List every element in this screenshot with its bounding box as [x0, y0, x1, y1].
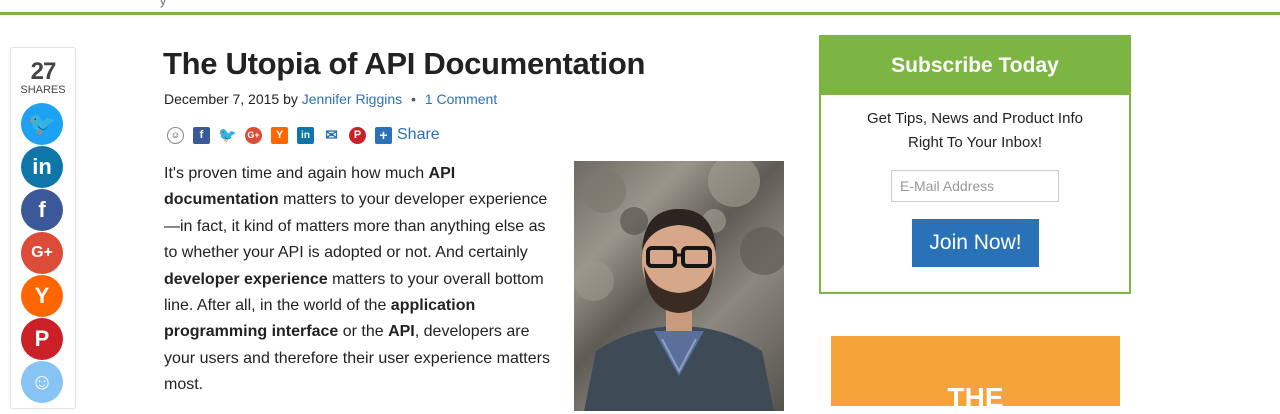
- email-icon[interactable]: ✉: [323, 126, 340, 144]
- pinterest-icon[interactable]: P: [349, 126, 366, 144]
- share-count-label: SHARES: [20, 84, 66, 96]
- twitter-share-button[interactable]: 🐦: [21, 103, 63, 145]
- reddit-icon[interactable]: ☺: [167, 126, 184, 144]
- meta-separator: •: [411, 91, 416, 107]
- author-photo: [574, 161, 784, 411]
- article-meta: December 7, 2015 by Jennifer Riggins • 1…: [164, 91, 497, 107]
- join-now-button[interactable]: Join Now!: [912, 219, 1039, 267]
- google-plus-share-button[interactable]: G+: [21, 232, 63, 274]
- comments-link[interactable]: 1 Comment: [425, 91, 497, 107]
- pinterest-share-button[interactable]: P: [21, 318, 63, 360]
- subscribe-description-line: Right To Your Inbox!: [908, 134, 1042, 151]
- reddit-icon: ☺: [30, 369, 54, 394]
- twitter-icon: 🐦: [28, 111, 56, 136]
- pinterest-icon: P: [34, 326, 50, 351]
- hacker-news-share-button[interactable]: Y: [21, 275, 63, 317]
- subscribe-heading: Subscribe Today: [821, 37, 1129, 95]
- facebook-icon: f: [38, 197, 46, 222]
- inline-share-bar: ☺ f 🐦 G+ Y in ✉ P + Share: [167, 126, 440, 144]
- share-more-link[interactable]: Share: [397, 126, 440, 144]
- twitter-icon[interactable]: 🐦: [218, 126, 237, 144]
- author-portrait-illustration: [574, 161, 784, 411]
- sidebar-ad-banner[interactable]: THE: [831, 336, 1120, 413]
- article-title: The Utopia of API Documentation: [163, 46, 646, 81]
- subscribe-description-line: Get Tips, News and Product Info: [867, 110, 1083, 127]
- hacker-news-icon: Y: [34, 283, 50, 308]
- share-count: 27: [30, 58, 57, 85]
- subscribe-description: Get Tips, News and Product Info Right To…: [821, 107, 1129, 155]
- article-date: December 7, 2015: [164, 91, 280, 107]
- facebook-icon[interactable]: f: [193, 126, 210, 144]
- paragraph-segment-bold[interactable]: developer experience: [164, 271, 328, 288]
- linkedin-icon[interactable]: in: [297, 126, 314, 144]
- paragraph-segment: or the: [338, 323, 389, 341]
- plus-share-icon[interactable]: +: [375, 126, 392, 144]
- linkedin-icon: in: [32, 154, 52, 179]
- author-link[interactable]: Jennifer Riggins: [302, 91, 402, 107]
- linkedin-share-button[interactable]: in: [21, 146, 63, 188]
- article-body: It's proven time and again how much API …: [164, 161, 559, 399]
- ad-banner-text: THE: [947, 382, 1004, 413]
- hacker-news-icon[interactable]: Y: [271, 126, 288, 144]
- paragraph-segment: It's proven time and again how much: [164, 165, 429, 182]
- header-divider: [0, 12, 1280, 15]
- reddit-share-button[interactable]: ☺: [21, 361, 63, 403]
- email-address-input[interactable]: [891, 170, 1059, 202]
- subscribe-widget: Subscribe Today Get Tips, News and Produ…: [819, 35, 1131, 294]
- google-plus-icon[interactable]: G+: [245, 126, 262, 144]
- floating-share-bar: 27 SHARES 🐦 in f G+ Y P ☺: [10, 47, 76, 409]
- byline-by: by: [283, 91, 298, 107]
- paragraph-segment-bold[interactable]: API: [388, 323, 415, 340]
- facebook-share-button[interactable]: f: [21, 189, 63, 231]
- google-plus-icon: G+: [31, 244, 53, 261]
- header-text-fragment: y: [160, 0, 166, 8]
